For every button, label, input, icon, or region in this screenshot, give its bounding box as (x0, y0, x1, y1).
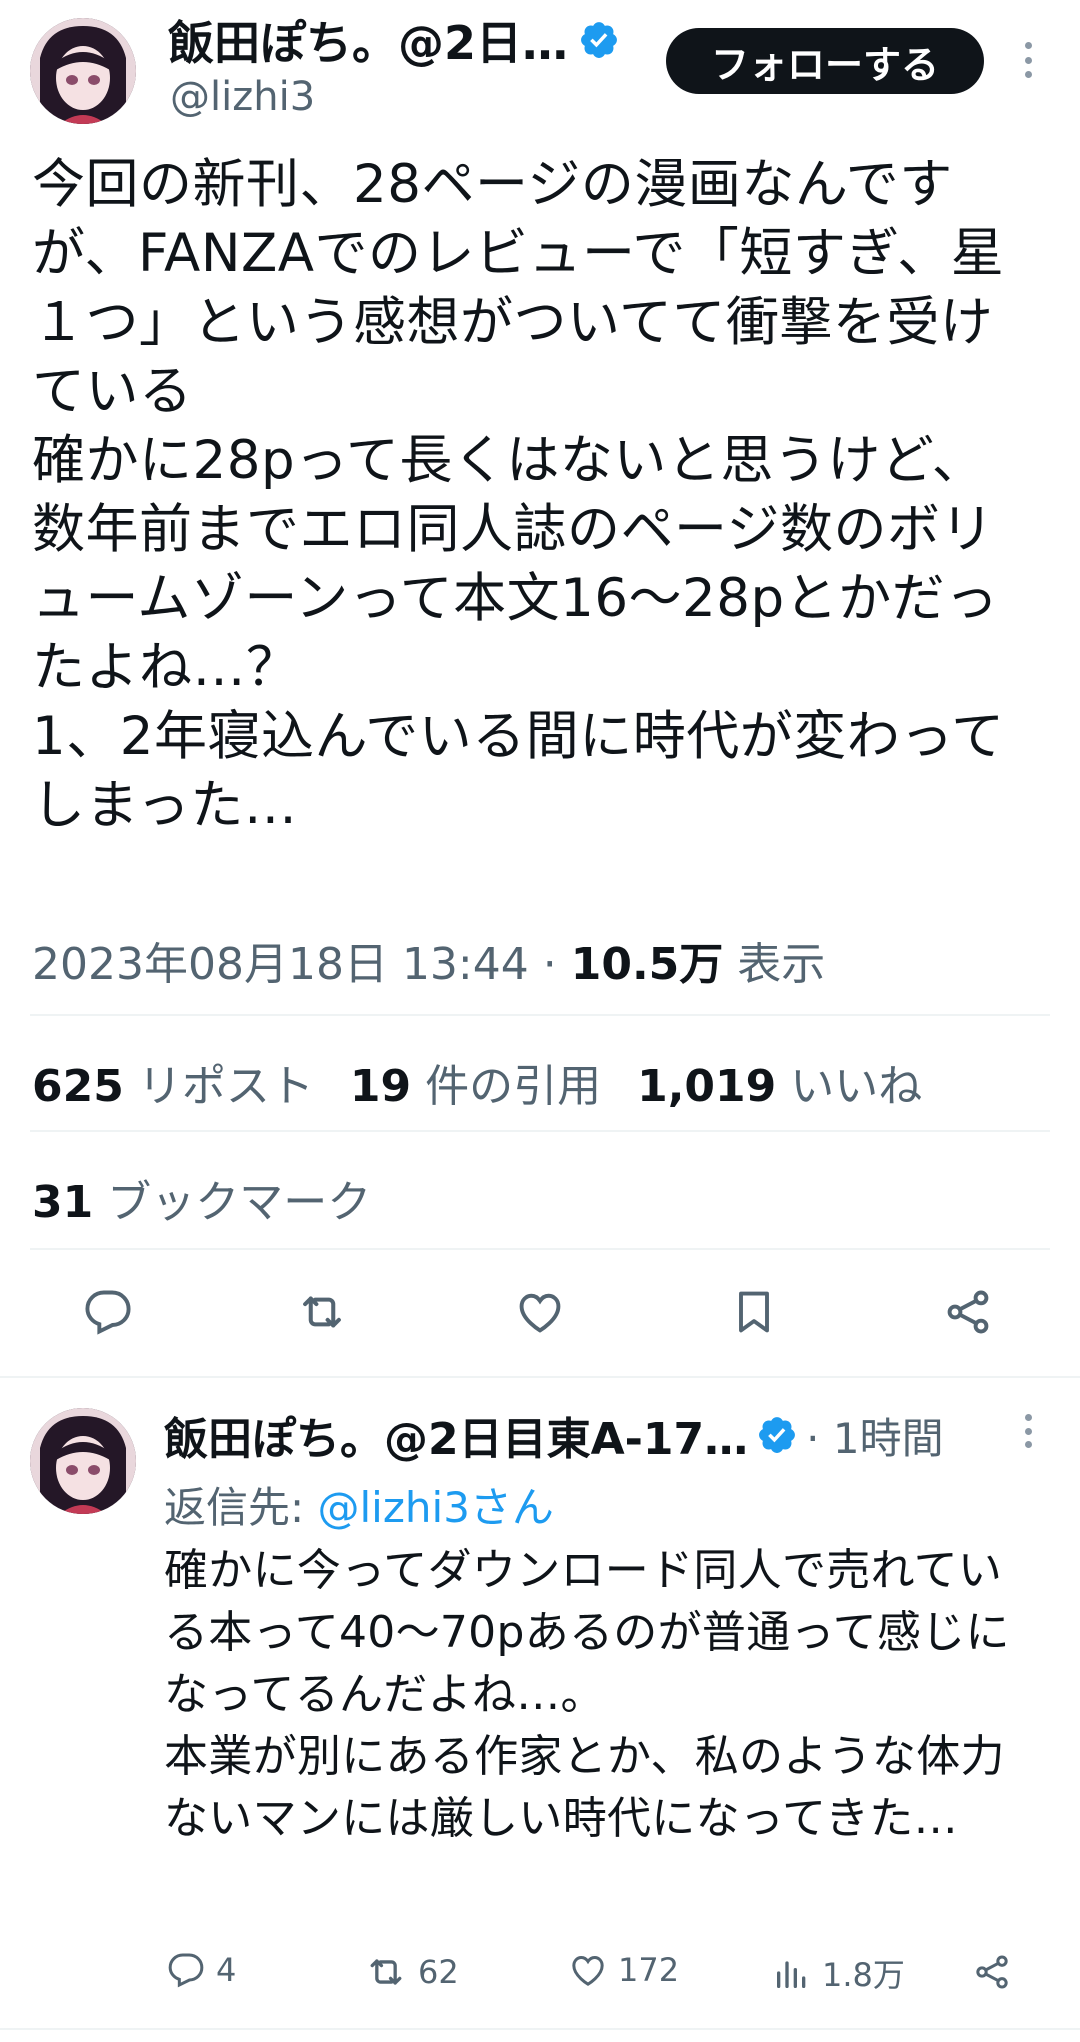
follow-button[interactable]: フォローする (666, 28, 984, 94)
reply-replies-count: 4 (216, 1951, 237, 1989)
tweet-datetime[interactable]: 2023年08月18日 13:44 (32, 939, 529, 990)
like-icon (572, 1955, 604, 1986)
quotes-stat[interactable]: 19 件の引用 (350, 1050, 601, 1114)
likes-stat[interactable]: 1,019 いいね (637, 1050, 922, 1114)
verified-icon (759, 1417, 796, 1453)
reply-like-count: 172 (618, 1951, 680, 1989)
like-icon[interactable] (512, 1284, 568, 1340)
reply-like-action[interactable]: 172 (568, 1950, 679, 1990)
author-handle[interactable]: @lizhi3 (170, 74, 315, 120)
share-icon[interactable] (970, 1950, 1014, 1994)
engagement-stats: 625 リポスト 19 件の引用 1,019 いいね (32, 1050, 922, 1114)
retweet-icon[interactable] (294, 1284, 350, 1340)
reply-replies-action[interactable]: 4 (166, 1950, 236, 1990)
reply-icon (168, 1953, 204, 1988)
section-divider (0, 1376, 1080, 1378)
reply-icon[interactable] (80, 1284, 136, 1340)
reply-views-action[interactable]: 1.8万 (772, 1950, 905, 1996)
reply-author-name[interactable]: 飯田ぽち。@2日目東A-17… (164, 1403, 748, 1467)
reply-retweet-action[interactable]: 62 (364, 1950, 459, 1994)
retweet-icon (370, 1959, 402, 1985)
author-avatar[interactable] (30, 18, 136, 124)
divider (30, 1014, 1050, 1016)
tweet-text: 今回の新刊、28ページの漫画なんですが、FANZAでのレビューで「短すぎ、星１つ… (32, 154, 1005, 836)
more-icon[interactable] (1022, 42, 1034, 78)
views-count: 10.5万 (570, 939, 724, 990)
reply-retweet-count: 62 (418, 1953, 459, 1991)
reply-author-avatar[interactable] (30, 1408, 136, 1514)
divider (30, 1130, 1050, 1132)
views-label: 表示 (737, 939, 826, 990)
views-icon (777, 1961, 806, 1988)
reply-views-count: 1.8万 (822, 1956, 905, 1994)
reply-to-line: 返信先: @lizhi3さん (164, 1483, 554, 1532)
reply-time[interactable]: · 1時間 (806, 1405, 943, 1466)
author-name[interactable]: 飯田ぽち。@2日… (168, 7, 568, 73)
bookmark-icon[interactable] (726, 1284, 782, 1340)
share-icon[interactable] (940, 1284, 996, 1340)
bottom-divider (0, 2028, 1080, 2030)
more-icon[interactable] (1022, 1414, 1034, 1448)
reply-to-handle-link[interactable]: @lizhi3さん (318, 1483, 554, 1532)
tweet-meta: 2023年08月18日 13:44 · 10.5万 表示 (32, 939, 826, 990)
reply-text: 確かに今ってダウンロード同人で売れている本って40〜70pあるのが普通って感じに… (164, 1545, 1010, 1844)
bookmarks-stat[interactable]: 31 ブックマーク (32, 1166, 371, 1230)
divider (30, 1248, 1050, 1250)
reposts-stat[interactable]: 625 リポスト (32, 1050, 314, 1114)
verified-icon (581, 22, 617, 58)
